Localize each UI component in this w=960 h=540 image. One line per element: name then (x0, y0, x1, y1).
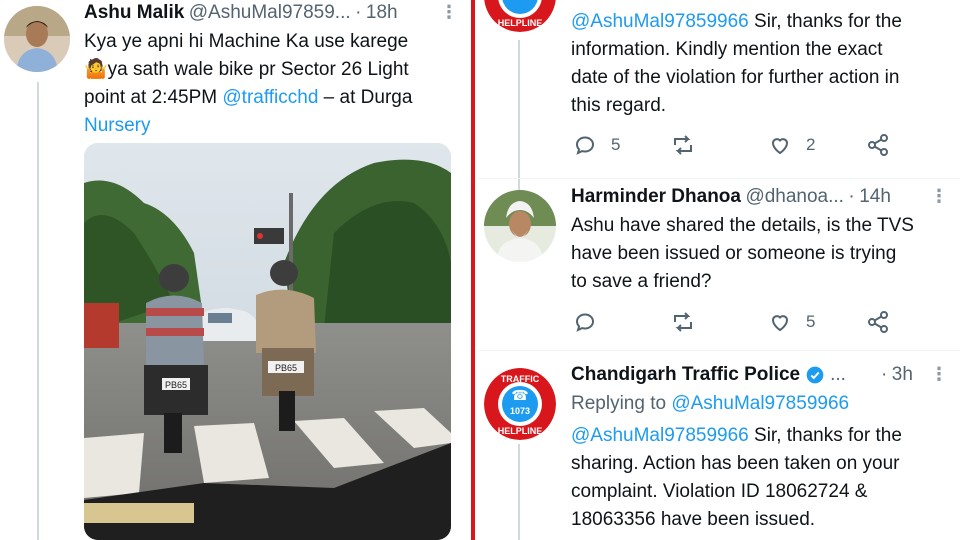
more-options-icon[interactable]: ⋮ (930, 364, 948, 385)
street-photo-image: PB65 PB65 (84, 143, 451, 540)
tweet-header: Chandigarh Traffic Police ... (571, 364, 846, 386)
like-button[interactable]: 2 (768, 133, 815, 157)
separator-dot: · (848, 186, 855, 207)
tweet-line-text: ya sath wale bike pr Sector 26 Light (107, 59, 409, 80)
tweet-line: complaint. Violation ID 18062724 & (571, 481, 868, 502)
share-icon (868, 311, 888, 333)
tweet-line-text: Sir, thanks for the (748, 11, 902, 32)
right-panel: 1073 HELPLINE @AshuMal97859966 Sir, than… (478, 0, 960, 540)
separator-dot: · (881, 364, 888, 385)
tweet-line: @AshuMal97859966 Sir, thanks for the (571, 8, 956, 36)
logo-bottom-text: HELPLINE (498, 18, 543, 28)
tweet-line: 18063356 have been issued. (571, 509, 816, 530)
thread-line (518, 444, 520, 540)
heart-icon (771, 138, 789, 155)
reply-button[interactable]: 5 (573, 133, 620, 157)
tweet-line: have been issued or someone is trying (571, 243, 897, 264)
reply-icon (575, 313, 595, 332)
mention-link[interactable]: @trafficchd (222, 87, 318, 108)
retweet-button[interactable] (670, 310, 696, 334)
traffic-police-avatar[interactable]: TRAFFIC ☎ 1073 HELPLINE (484, 368, 556, 440)
tweet-time[interactable]: 14h (859, 186, 891, 207)
plate-left: PB65 (165, 380, 187, 390)
tweet-line: sharing. Action has been taken on your (571, 453, 900, 474)
avatar-harminder-dhanoa[interactable] (484, 190, 556, 262)
share-button[interactable] (866, 133, 890, 157)
thread-line (518, 40, 520, 190)
traffic-police-avatar-top[interactable]: 1073 HELPLINE (484, 0, 556, 32)
reply-icon (575, 136, 595, 155)
avatar-image (4, 6, 70, 72)
tweet-line: date of the violation for further action… (571, 67, 900, 88)
separator-dot: · (355, 2, 362, 23)
mention-link[interactable]: @AshuMal97859966 (571, 425, 749, 446)
tweet-text: @AshuMal97859966 Sir, thanks for the sha… (571, 422, 956, 534)
tweet-separator (478, 350, 960, 351)
avatar-image (484, 190, 556, 262)
retweet-icon (674, 135, 692, 155)
logo-bottom-text: HELPLINE (498, 426, 543, 436)
author-handle[interactable]: @dhanoa... (745, 186, 844, 207)
replying-to-link[interactable]: @AshuMal97859966 (671, 393, 849, 414)
logo-number: 1073 (510, 0, 530, 2)
tweet-time-block: · 3h (881, 364, 913, 386)
tweet-line: information. Kindly mention the exact (571, 39, 883, 60)
author-handle[interactable]: @AshuMal97859... (189, 2, 351, 23)
tweet-header: Harminder Dhanoa @dhanoa... · 14h (571, 186, 891, 208)
tweet-line: Kya ye apni hi Machine Ka use karege (84, 31, 409, 52)
tweet-header: Ashu Malik @AshuMal97859... · 18h (84, 2, 398, 24)
traffic-helpline-logo-icon: TRAFFIC ☎ 1073 HELPLINE (484, 368, 556, 440)
like-count: 2 (806, 135, 816, 154)
tweet-line: point at 2:45PM @trafficchd – at Durga (84, 84, 454, 112)
replying-to: Replying to @AshuMal97859966 (571, 390, 849, 418)
tweet-line: 🤷ya sath wale bike pr Sector 26 Light (84, 56, 454, 84)
author-name[interactable]: Ashu Malik (84, 2, 184, 23)
reply-count: 5 (611, 135, 621, 154)
collage-divider (470, 0, 478, 540)
tweet-time[interactable]: 18h (366, 2, 398, 23)
phone-icon: ☎ (511, 388, 528, 404)
tweet-photo[interactable]: PB65 PB65 (84, 143, 451, 540)
tweet-text: Ashu have shared the details, is the TVS… (571, 212, 956, 296)
logo-number: 1073 (510, 406, 530, 416)
handle-ellipsis: ... (830, 364, 846, 385)
tweet-line-text: point at 2:45PM (84, 87, 223, 108)
retweet-button[interactable] (670, 133, 696, 157)
avatar-ashu-malik[interactable] (4, 6, 70, 72)
plate-right: PB65 (275, 363, 297, 373)
thread-line (37, 82, 39, 540)
traffic-helpline-logo-icon: 1073 HELPLINE (484, 0, 556, 32)
retweet-icon (674, 312, 692, 332)
location-prefix: – at Durga (318, 87, 413, 108)
verified-badge-icon (806, 366, 824, 384)
tweet-text: Kya ye apni hi Machine Ka use karege 🤷ya… (84, 28, 454, 140)
like-button[interactable]: 5 (768, 310, 815, 334)
author-name[interactable]: Harminder Dhanoa (571, 186, 741, 207)
like-count: 5 (806, 312, 816, 331)
replying-prefix: Replying to (571, 393, 672, 414)
tweet-text: @AshuMal97859966 Sir, thanks for the inf… (571, 8, 956, 120)
tweet-time[interactable]: 3h (892, 364, 913, 385)
logo-top-text: TRAFFIC (501, 374, 540, 384)
more-options-icon[interactable]: ⋮ (440, 2, 458, 23)
tweet-line-text: Sir, thanks for the (748, 425, 902, 446)
heart-icon (771, 315, 789, 332)
tweet-line: Ashu have shared the details, is the TVS (571, 215, 914, 236)
more-options-icon[interactable]: ⋮ (930, 186, 948, 207)
location-link[interactable]: Nursery (84, 112, 454, 140)
share-button[interactable] (866, 310, 890, 334)
reply-button[interactable] (573, 310, 597, 334)
author-name[interactable]: Chandigarh Traffic Police (571, 364, 800, 386)
tweet-line: to save a friend? (571, 271, 712, 292)
tweet-line: @AshuMal97859966 Sir, thanks for the (571, 422, 956, 450)
tweet-separator (478, 178, 960, 179)
shrug-emoji: 🤷 (84, 59, 108, 80)
tweet-line: this regard. (571, 95, 667, 116)
mention-link[interactable]: @AshuMal97859966 (571, 11, 749, 32)
left-panel: Ashu Malik @AshuMal97859... · 18h ⋮ Kya … (0, 0, 470, 540)
share-icon (868, 134, 888, 156)
